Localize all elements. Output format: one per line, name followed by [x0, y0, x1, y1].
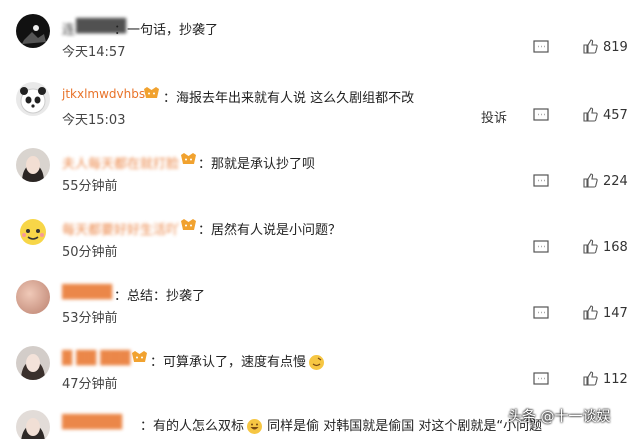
smile-emoji-icon	[309, 355, 325, 370]
avatar[interactable]	[16, 14, 50, 48]
comment-text: ：居然有人说是小问题？	[198, 223, 342, 238]
comment-username[interactable]: █████	[62, 285, 112, 300]
comment-text: ：那就是承认抄了呗	[198, 157, 316, 172]
comment-item: jtkxlmwdvhbsl ：海报去年出来就有人说 这么久剧组都不改 今天15:…	[0, 82, 640, 148]
avatar[interactable]	[16, 148, 50, 182]
avatar[interactable]	[16, 346, 50, 380]
comment-time: 47分钟前	[62, 377, 118, 392]
like-count: 168	[603, 240, 628, 255]
like-count: 819	[603, 40, 628, 55]
report-button[interactable]: 投诉	[481, 107, 507, 126]
comment-item: █████ ：总结：抄袭了 53分钟前 147	[0, 280, 640, 346]
comment-text: ：一句话，抄袭了	[114, 23, 219, 38]
comment-item: 每天都要好好生活吖 ：居然有人说是小问题？ 50分钟前 168	[0, 214, 640, 280]
comment-item: █ ██ ███ ：可算承认了，速度有点慢 47分钟前 112	[0, 346, 640, 412]
comment-username[interactable]: 夫人每天都在就打脸	[62, 153, 179, 172]
message-icon[interactable]	[533, 372, 549, 386]
smile-emoji-icon	[247, 419, 263, 434]
comment-time: 今天15:03	[62, 113, 126, 128]
watermark: 头条 @十一谈娱	[508, 409, 611, 425]
like-icon[interactable]	[583, 371, 598, 386]
like-icon[interactable]	[583, 107, 598, 122]
comment-text: ：总结：抄袭了	[114, 289, 206, 304]
like-count: 224	[603, 174, 628, 189]
like-icon[interactable]	[583, 305, 598, 320]
comment-time: 53分钟前	[62, 311, 118, 326]
comment-text: ：可算承认了，速度有点慢	[150, 351, 325, 371]
vip-badge-icon	[181, 153, 196, 164]
like-icon[interactable]	[583, 173, 598, 188]
like-icon[interactable]	[583, 239, 598, 254]
message-icon[interactable]	[533, 174, 549, 188]
message-icon[interactable]	[533, 108, 549, 122]
vip-badge-icon	[144, 87, 159, 98]
like-count: 457	[603, 108, 628, 123]
comment-username[interactable]: 连	[62, 19, 75, 38]
comment-item: 连 █████ ：一句话，抄袭了 今天14:57 819	[0, 14, 640, 80]
message-icon[interactable]	[533, 40, 549, 54]
vip-badge-icon	[181, 219, 196, 230]
comment-username[interactable]: █ ██ ███	[62, 351, 130, 366]
avatar[interactable]	[16, 214, 50, 248]
comment-time: 55分钟前	[62, 179, 118, 194]
like-icon[interactable]	[583, 39, 598, 54]
message-icon[interactable]	[533, 306, 549, 320]
comment-text: ：有的人怎么双标 同样是偷 对韩国就是偷国 对这个剧就是“小问题	[140, 419, 543, 434]
comment-item: 夫人每天都在就打脸 ：那就是承认抄了呗 55分钟前 224	[0, 148, 640, 214]
comment-username[interactable]: jtkxlmwdvhbsl	[62, 87, 148, 101]
comment-username[interactable]: 每天都要好好生活吖	[62, 219, 179, 238]
like-count: 112	[603, 372, 628, 387]
message-icon[interactable]	[533, 240, 549, 254]
comment-time: 50分钟前	[62, 245, 118, 260]
vip-badge-icon	[132, 351, 147, 362]
like-count: 147	[603, 306, 628, 321]
comment-time: 今天14:57	[62, 45, 126, 60]
avatar[interactable]	[16, 410, 50, 439]
comment-text: ：海报去年出来就有人说 这么久剧组都不改	[163, 91, 415, 106]
avatar[interactable]	[16, 280, 50, 314]
comment-username[interactable]: ██████	[62, 415, 122, 430]
avatar[interactable]	[16, 82, 50, 116]
